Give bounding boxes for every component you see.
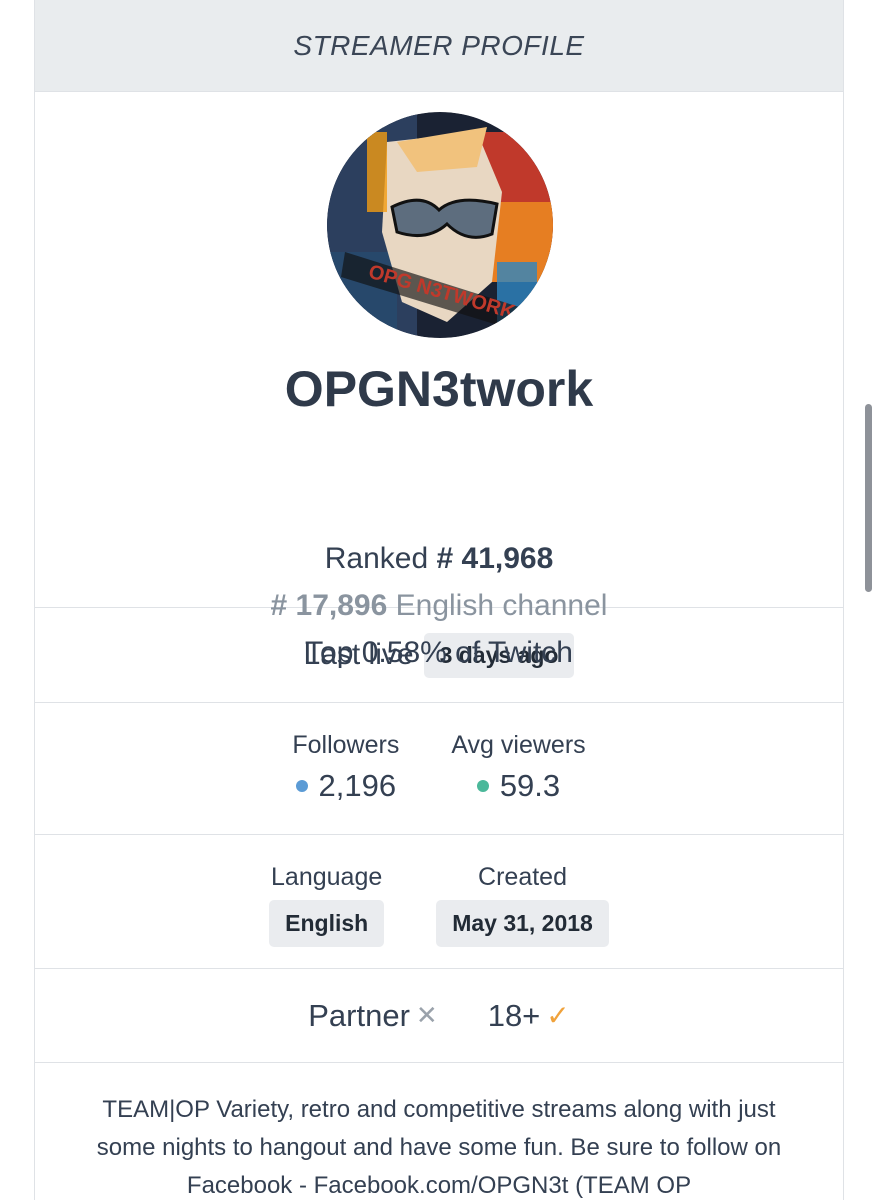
followers-label: Followers — [292, 731, 400, 759]
avg-viewers-label: Avg viewers — [451, 731, 586, 759]
rank-value: # 41,968 — [436, 542, 554, 575]
channel-description: TEAM|OP Variety, retro and competitive s… — [96, 1096, 782, 1199]
top-percent: Top 0.58% of Twitch — [305, 636, 573, 669]
language-rank: # 17,896 English channel — [35, 589, 843, 623]
language-col: Language English — [269, 863, 385, 968]
avg-viewers-dot-icon — [476, 780, 489, 792]
avatar-image: OPG N3TWORK — [327, 112, 553, 338]
stats-section: Followers 2,196 Avg viewers 59.3 — [35, 703, 843, 835]
followers-stat: Followers 2,196 — [292, 731, 399, 834]
avg-viewers-stat: Avg viewers 59.3 — [451, 731, 585, 834]
language-badge: English — [269, 900, 385, 947]
created-badge: May 31, 2018 — [436, 900, 609, 947]
scrollbar[interactable] — [865, 404, 872, 592]
followers-dot-icon — [295, 780, 308, 792]
created-col: Created May 31, 2018 — [436, 863, 609, 968]
followers-value: 2,196 — [318, 768, 397, 803]
x-icon: ✕ — [415, 1000, 438, 1030]
created-label: Created — [478, 863, 567, 891]
avatar[interactable]: OPG N3TWORK — [327, 112, 553, 338]
language-rank-value: # 17,896 — [270, 589, 388, 622]
partner-flag: Partner ✕ — [308, 998, 437, 1034]
mature-label: 18+ — [487, 997, 541, 1033]
profile-section: OPG N3TWORK OPGN3twork Ranked # 41,968 #… — [35, 92, 843, 669]
meta-section: Language English Created May 31, 2018 — [35, 835, 843, 969]
global-rank: Ranked # 41,968 — [35, 542, 843, 576]
streamer-profile-card: STREAMER PROFILE OPG N3TWORK OPGN3twork … — [34, 0, 844, 1200]
partner-label: Partner — [308, 997, 410, 1033]
language-rank-suffix: English channel — [395, 589, 608, 622]
streamer-name: OPGN3twork — [284, 361, 594, 417]
mature-flag: 18+ ✓ — [488, 998, 570, 1034]
avg-viewers-value: 59.3 — [499, 768, 561, 803]
card-header: STREAMER PROFILE — [35, 0, 843, 92]
followers-value-row: 2,196 — [292, 768, 399, 804]
avg-viewers-value-row: 59.3 — [451, 768, 585, 804]
flags-section: Partner ✕ 18+ ✓ — [35, 969, 843, 1063]
card-title: STREAMER PROFILE — [293, 29, 585, 61]
language-label: Language — [271, 863, 383, 891]
rank-prefix: Ranked — [324, 542, 429, 575]
check-icon: ✓ — [546, 1000, 570, 1031]
